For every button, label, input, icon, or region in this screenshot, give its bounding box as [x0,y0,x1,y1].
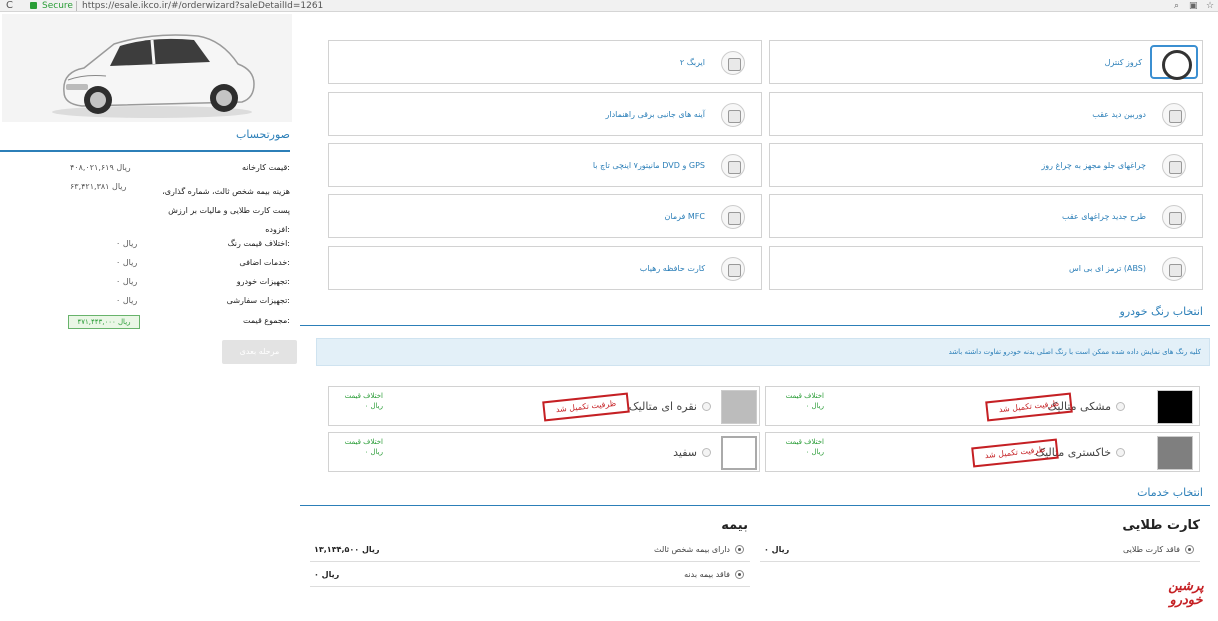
zoom-icon[interactable]: ⌕ [1174,0,1179,12]
option-icon [721,257,745,281]
color-radio[interactable] [1116,402,1125,411]
price-value: ۰ ریال [116,239,138,248]
option-airbags[interactable]: ۲ ایربگ [328,40,762,84]
option-label: دوربین دید عقب [1092,110,1146,119]
option-daytime-lights[interactable]: چراغهای جلو مجهز به چراغ روز [769,143,1203,187]
option-rear-lights[interactable]: طرح جدید چراغهای عقب [769,194,1203,238]
option-label: مانیتور۷ اینچی تاچ با DVD و GPS [592,161,705,170]
total-value: ۴۷۱,۴۴۳,۰۰۰ ریال [68,315,140,329]
option-cruise-control[interactable]: کروز کنترل [769,40,1203,84]
option-icon [1162,257,1186,281]
service-radio[interactable] [735,570,744,579]
color-option-white[interactable]: سفید اختلاف قیمت ۰ ریال [328,432,760,472]
option-label: طرح جدید چراغهای عقب [1062,212,1146,221]
option-side-mirrors[interactable]: آینه های جانبی برقی راهنمادار [328,92,762,136]
service-price: ۰ ریال [764,545,790,554]
option-label: ترمز ای بی اس (ABS) [1068,264,1146,273]
price-row-color-diff: اختلاف قیمت رنگ: ۰ ریال [0,239,290,257]
bookmark-star-icon[interactable]: ☆ [1206,0,1214,12]
divider [0,150,290,152]
divider [300,505,1210,506]
option-label: چراغهای جلو مجهز به چراغ روز [1041,161,1146,170]
price-row-total: مجموع قیمت: [0,316,290,334]
option-icon [721,103,745,127]
golden-card-option[interactable]: فاقد کارت طلایی ۰ ریال [760,538,1200,562]
color-swatch [1157,436,1193,470]
invoice-title: صورتحساب [235,128,290,141]
option-monitor[interactable]: مانیتور۷ اینچی تاچ با DVD و GPS [328,143,762,187]
color-radio[interactable] [1116,448,1125,457]
price-row-extra-services: خدمات اضافی: ۰ ریال [0,258,290,276]
option-icon [721,154,745,178]
color-option-silver[interactable]: نقره ای متالیک ظرفیت تکمیل شد اختلاف قیم… [328,386,760,426]
services-section-title: انتخاب خدمات [1137,486,1203,499]
service-name: دارای بیمه شخص ثالث [654,545,730,554]
option-nav-memory-card[interactable]: کارت حافظه رهیاب [328,246,762,290]
color-name: نقره ای متالیک [628,400,697,413]
divider [76,1,77,11]
color-radio[interactable] [702,448,711,457]
color-swatch [721,436,757,470]
insurance-title: بیمه [721,518,748,533]
price-value: ۰ ریال [116,258,138,267]
service-price: ۱۳,۱۳۴,۵۰۰ ریال [314,545,380,554]
service-name: فاقد بیمه بدنه [684,570,730,579]
color-option-black[interactable]: مشکی متالیک ظرفیت تکمیل شد اختلاف قیمت ۰ … [765,386,1200,426]
option-icon [1162,154,1186,178]
color-section-title: انتخاب رنگ خودرو [1119,305,1203,318]
next-step-button[interactable]: مرحله بعدی [222,340,297,364]
price-value: ۰ ریال [116,296,138,305]
color-notice: کلیه رنگ های نمایش داده شده ممکن است با … [316,338,1210,366]
price-diff: اختلاف قیمت ۰ ریال [344,392,383,410]
price-diff: اختلاف قیمت ۰ ریال [344,438,383,456]
color-option-gray[interactable]: خاکستری متالیک ظرفیت تکمیل شد اختلاف قیم… [765,432,1200,472]
price-label: قیمت کارخانه: [242,163,290,172]
cruise-control-icon [1150,45,1198,80]
watermark-logo: پرشین خودرو [1168,579,1204,608]
price-value: ۴۰۸,۰۲۱,۶۱۹ ریال [70,163,131,172]
price-diff: اختلاف قیمت ۰ ریال [785,392,824,410]
option-label: ۲ ایربگ [679,58,705,67]
price-row-custom-equipment: تجهیزات سفارشی: ۰ ریال [0,296,290,314]
insurance-option-body[interactable]: فاقد بیمه بدنه ۰ ریال [310,563,750,587]
golden-card-title: کارت طلایی [1122,518,1200,533]
option-icon [1162,103,1186,127]
option-label: کارت حافظه رهیاب [639,264,705,273]
service-radio[interactable] [1185,545,1194,554]
secure-label: Secure [42,1,73,11]
option-label: آینه های جانبی برقی راهنمادار [605,110,706,119]
price-value: ۶۳,۴۲۱,۳۸۱ ریال [70,182,127,191]
lock-icon [30,2,37,9]
url-field[interactable]: https://esale.ikco.ir/#/orderwizard?sale… [82,0,323,12]
reload-icon[interactable]: C [6,0,13,12]
option-label: کروز کنترل [1104,58,1142,67]
insurance-option-third-party[interactable]: دارای بیمه شخص ثالث ۱۳,۱۳۴,۵۰۰ ریال [310,538,750,562]
price-value: ۰ ریال [116,277,138,286]
price-row-car-equipment: تجهیزات خودرو: ۰ ریال [0,277,290,295]
option-icon [1162,205,1186,229]
divider [300,325,1210,326]
service-name: فاقد کارت طلایی [1122,545,1180,554]
color-swatch [1157,390,1193,424]
price-diff: اختلاف قیمت ۰ ریال [785,438,824,456]
browser-address-bar: C Secure https://esale.ikco.ir/#/orderwi… [0,0,1218,12]
service-price: ۰ ریال [314,570,340,579]
option-rear-camera[interactable]: دوربین دید عقب [769,92,1203,136]
option-icon [721,205,745,229]
car-image [2,14,292,122]
option-label: فرمان MFC [664,212,705,221]
price-label: هزینه بیمه شخص ثالث، شماره گذاری، پست کا… [162,187,290,234]
price-row-factory: قیمت کارخانه: ۴۰۸,۰۲۱,۶۱۹ ریال [0,163,290,181]
color-radio[interactable] [702,402,711,411]
option-mfc-steering[interactable]: فرمان MFC [328,194,762,238]
capacity-full-stamp: ظرفیت تکمیل شد [542,392,630,422]
color-name: سفید [673,446,697,459]
translate-icon[interactable]: ▣ [1189,0,1198,12]
option-icon [721,51,745,75]
price-row-fees: هزینه بیمه شخص ثالث، شماره گذاری، پست کا… [0,182,290,234]
total-label: مجموع قیمت: [243,316,290,325]
service-radio[interactable] [735,545,744,554]
option-abs[interactable]: ترمز ای بی اس (ABS) [769,246,1203,290]
color-swatch [721,390,757,424]
